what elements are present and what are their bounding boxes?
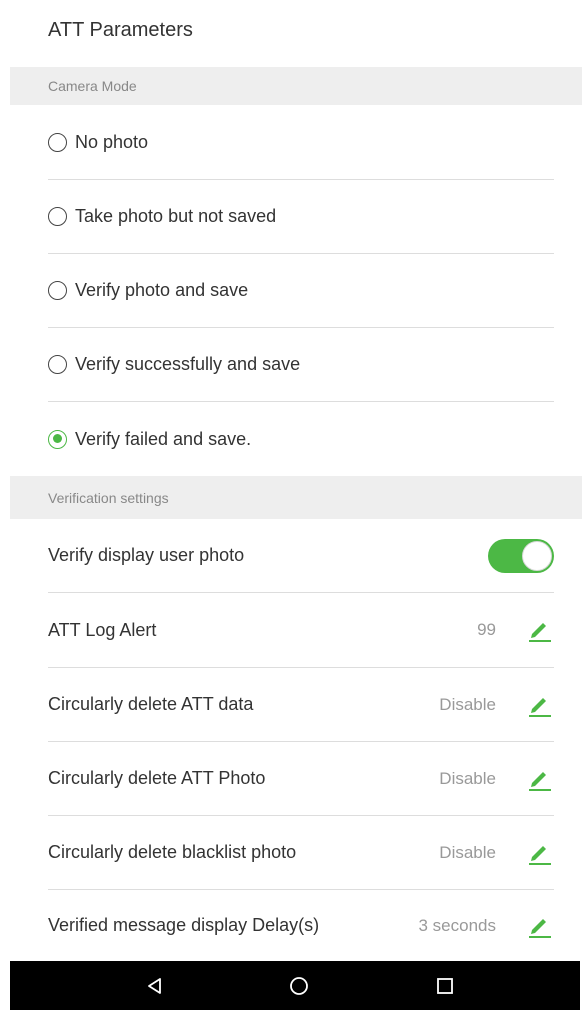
- radio-option-label: No photo: [75, 131, 149, 152]
- radio-option-no-photo[interactable]: No photo: [48, 105, 554, 180]
- setting-row-circularly-delete-blacklist-photo[interactable]: Circularly delete blacklist photo Disabl…: [48, 816, 554, 890]
- system-navigation-bar: [10, 961, 580, 1010]
- setting-value: Disable: [439, 768, 496, 788]
- setting-value: Disable: [439, 842, 496, 862]
- radio-option-verify-failed-and-save[interactable]: Verify failed and save.: [48, 402, 554, 476]
- pencil-icon[interactable]: [524, 617, 554, 643]
- radio-option-take-photo-not-saved[interactable]: Take photo but not saved: [48, 180, 554, 254]
- setting-row-circularly-delete-att-photo[interactable]: Circularly delete ATT Photo Disable: [48, 742, 554, 816]
- pencil-icon[interactable]: [524, 840, 554, 866]
- setting-label: Circularly delete ATT Photo: [48, 768, 266, 788]
- radio-option-label: Verify photo and save: [75, 280, 249, 300]
- setting-label: Circularly delete blacklist photo: [48, 842, 297, 862]
- setting-label: ATT Log Alert: [48, 619, 157, 640]
- setting-value: Disable: [439, 694, 496, 714]
- display-user-photo-toggle[interactable]: [488, 538, 554, 573]
- toggle-knob: [522, 540, 552, 571]
- home-icon[interactable]: [269, 961, 329, 1010]
- radio-option-label: Take photo but not saved: [75, 206, 277, 226]
- radio-option-label: Verify successfully and save: [75, 354, 301, 374]
- section-header-camera-mode: Camera Mode: [10, 67, 582, 105]
- radio-option-verify-photo-and-save[interactable]: Verify photo and save: [48, 254, 554, 328]
- radio-unchecked-icon[interactable]: [48, 281, 67, 300]
- setting-row-verify-display-user-photo: Verify display user photo: [48, 519, 554, 593]
- page-title: ATT Parameters: [48, 18, 193, 41]
- setting-row-circularly-delete-att-data[interactable]: Circularly delete ATT data Disable: [48, 668, 554, 742]
- back-icon[interactable]: [125, 961, 185, 1010]
- att-parameters-screen: ATT Parameters Camera Mode No photo Take…: [0, 0, 582, 1010]
- setting-value: 3 seconds: [418, 915, 497, 935]
- pencil-icon[interactable]: [524, 913, 554, 939]
- radio-unchecked-icon[interactable]: [48, 355, 67, 374]
- setting-row-verified-message-display-delay[interactable]: Verified message display Delay(s) 3 seco…: [48, 890, 554, 961]
- setting-row-att-log-alert[interactable]: ATT Log Alert 99: [48, 593, 554, 668]
- radio-option-label: Verify failed and save.: [75, 428, 252, 449]
- radio-option-verify-successfully-and-save[interactable]: Verify successfully and save: [48, 328, 554, 402]
- section-header-verification-settings: Verification settings: [10, 476, 582, 519]
- radio-unchecked-icon[interactable]: [48, 207, 67, 226]
- radio-checked-icon[interactable]: [48, 429, 67, 449]
- radio-unchecked-icon[interactable]: [48, 132, 67, 152]
- pencil-icon[interactable]: [524, 766, 554, 792]
- setting-label: Verified message display Delay(s): [48, 915, 320, 935]
- setting-value: 99: [477, 620, 496, 639]
- pencil-icon[interactable]: [524, 692, 554, 718]
- setting-label: Verify display user photo: [48, 545, 245, 565]
- setting-label: Circularly delete ATT data: [48, 694, 254, 714]
- recents-icon[interactable]: [415, 961, 475, 1010]
